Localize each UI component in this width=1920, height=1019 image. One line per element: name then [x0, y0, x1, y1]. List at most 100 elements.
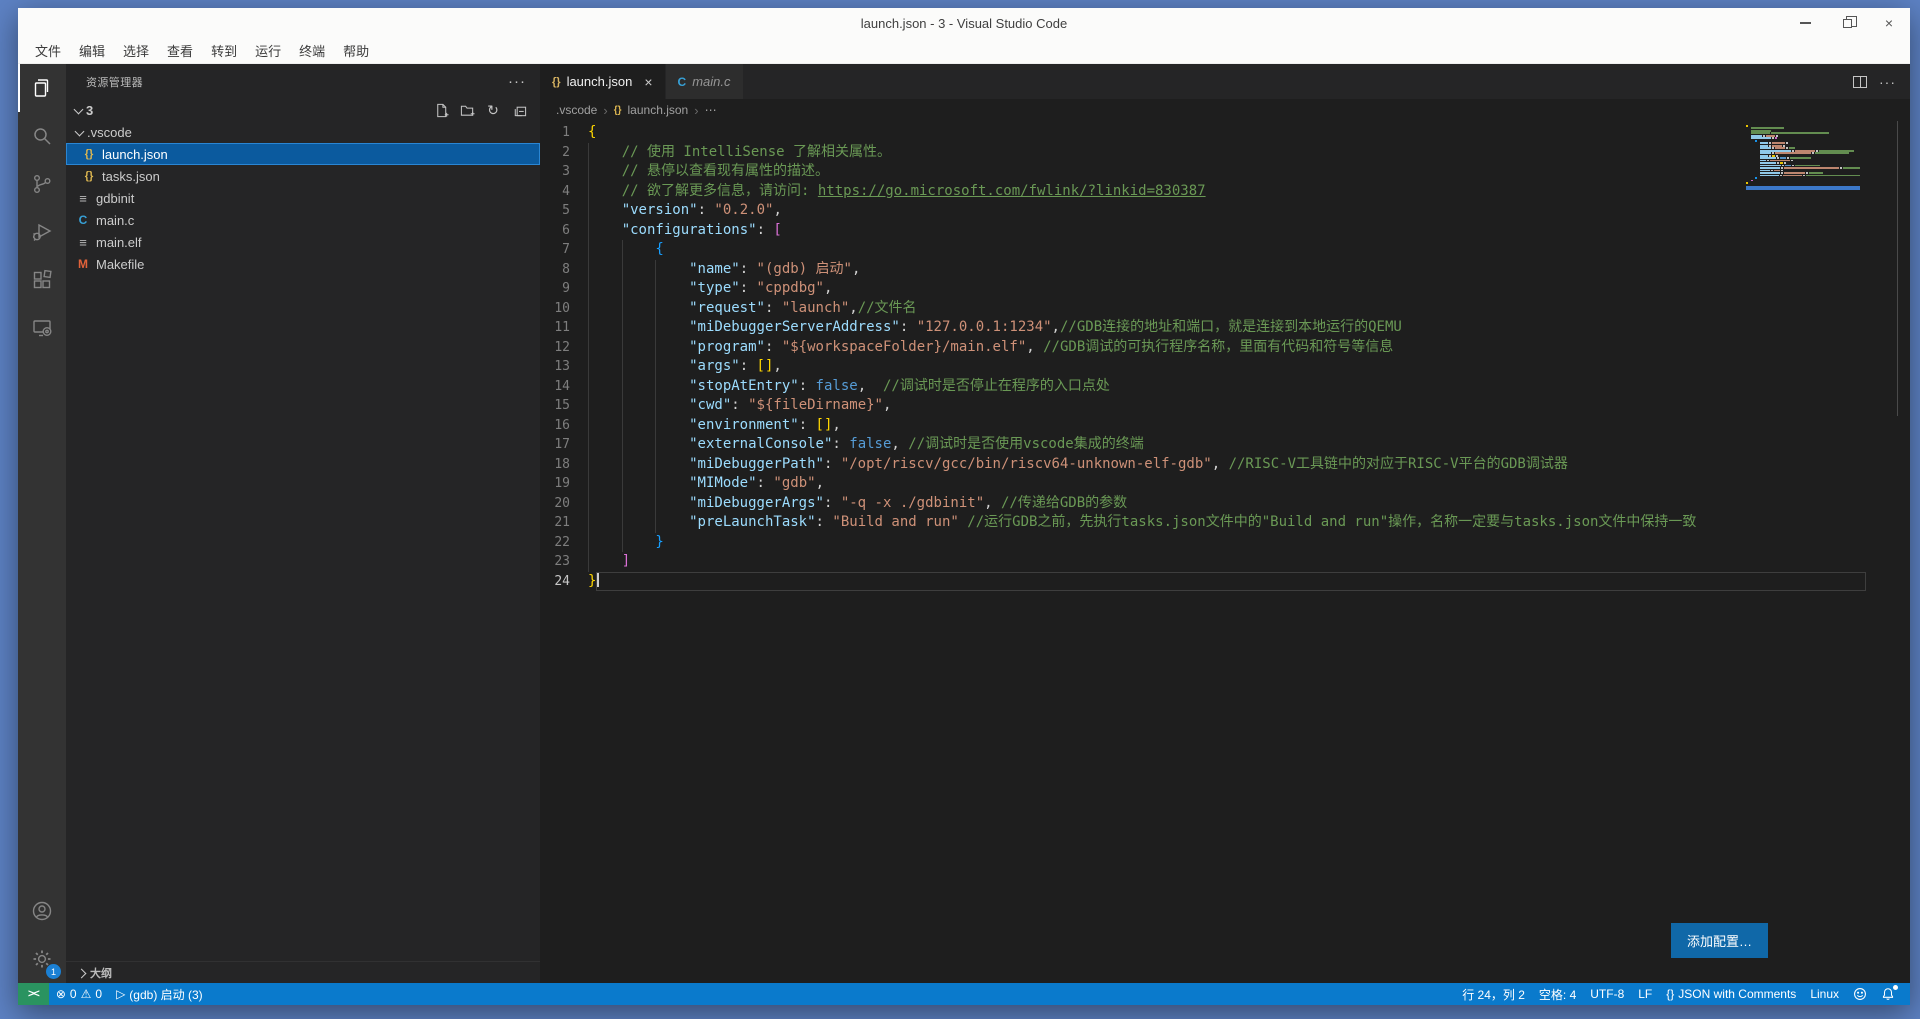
- line-number[interactable]: 1: [540, 123, 588, 143]
- more-actions-icon[interactable]: ···: [1879, 74, 1896, 90]
- extensions-icon[interactable]: [18, 256, 66, 304]
- encoding-setting[interactable]: UTF-8: [1583, 983, 1631, 1005]
- tree-item-makefile[interactable]: MMakefile: [66, 253, 540, 275]
- menu-item-run[interactable]: 运行: [246, 38, 290, 63]
- menu-item-file[interactable]: 文件: [26, 38, 70, 63]
- source-control-icon[interactable]: [18, 160, 66, 208]
- line-number[interactable]: 5: [540, 201, 588, 221]
- split-editor-icon[interactable]: [1853, 76, 1867, 88]
- debug-launch-indicator[interactable]: ▷ (gdb) 启动 (3): [109, 983, 210, 1005]
- new-file-icon[interactable]: [432, 101, 450, 119]
- code-line-11[interactable]: 11"miDebuggerServerAddress": "127.0.0.1:…: [540, 318, 1910, 338]
- code-line-12[interactable]: 12"program": "${workspaceFolder}/main.el…: [540, 338, 1910, 358]
- line-number[interactable]: 11: [540, 318, 588, 338]
- breadcrumb-file[interactable]: launch.json: [628, 103, 689, 117]
- remote-indicator[interactable]: ><: [18, 983, 49, 1005]
- code-line-2[interactable]: 2// 使用 IntelliSense 了解相关属性。: [540, 143, 1910, 163]
- code-line-9[interactable]: 9"type": "cppdbg",: [540, 279, 1910, 299]
- menu-item-help[interactable]: 帮助: [334, 38, 378, 63]
- line-number[interactable]: 7: [540, 240, 588, 260]
- line-number[interactable]: 16: [540, 416, 588, 436]
- code-line-16[interactable]: 16"environment": [],: [540, 416, 1910, 436]
- minimize-button[interactable]: [1784, 8, 1826, 38]
- code-line-5[interactable]: 5"version": "0.2.0",: [540, 201, 1910, 221]
- code-line-10[interactable]: 10"request": "launch",//文件名: [540, 299, 1910, 319]
- tree-item-main-elf[interactable]: ≡main.elf: [66, 231, 540, 253]
- code-line-23[interactable]: 23]: [540, 552, 1910, 572]
- code-editor[interactable]: 1{2// 使用 IntelliSense 了解相关属性。3// 悬停以查看现有…: [540, 121, 1910, 983]
- tab-launch-json[interactable]: {} launch.json ×: [540, 64, 665, 99]
- line-number[interactable]: 14: [540, 377, 588, 397]
- tree-item-vscode-folder[interactable]: .vscode: [66, 121, 540, 143]
- line-number[interactable]: 17: [540, 435, 588, 455]
- code-line-19[interactable]: 19"MIMode": "gdb",: [540, 474, 1910, 494]
- explorer-more-icon[interactable]: ···: [508, 73, 526, 90]
- menu-item-selection[interactable]: 选择: [114, 38, 158, 63]
- line-number[interactable]: 15: [540, 396, 588, 416]
- comment-link[interactable]: https://go.microsoft.com/fwlink/?linkid=…: [818, 183, 1206, 199]
- accounts-icon[interactable]: [18, 887, 66, 935]
- code-line-22[interactable]: 22}: [540, 533, 1910, 553]
- code-line-1[interactable]: 1{: [540, 123, 1910, 143]
- code-line-21[interactable]: 21"preLaunchTask": "Build and run" //运行G…: [540, 513, 1910, 533]
- line-number[interactable]: 4: [540, 182, 588, 202]
- line-number[interactable]: 2: [540, 143, 588, 163]
- feedback-smiley-icon[interactable]: [1846, 983, 1874, 1005]
- code-line-15[interactable]: 15"cwd": "${fileDirname}",: [540, 396, 1910, 416]
- remote-explorer-icon[interactable]: [18, 304, 66, 352]
- code-line-8[interactable]: 8"name": "(gdb) 启动",: [540, 260, 1910, 280]
- code-line-24[interactable]: 24}: [540, 572, 1910, 592]
- line-number[interactable]: 8: [540, 260, 588, 280]
- maximize-button[interactable]: [1826, 8, 1868, 38]
- line-number[interactable]: 21: [540, 513, 588, 533]
- menu-item-view[interactable]: 查看: [158, 38, 202, 63]
- code-line-14[interactable]: 14"stopAtEntry": false, //调试时是否停止在程序的入口点…: [540, 377, 1910, 397]
- settings-gear-icon[interactable]: 1: [18, 935, 66, 983]
- menu-item-terminal[interactable]: 终端: [290, 38, 334, 63]
- new-folder-icon[interactable]: [458, 101, 476, 119]
- refresh-icon[interactable]: ↻: [484, 101, 502, 119]
- line-number[interactable]: 3: [540, 162, 588, 182]
- line-number[interactable]: 10: [540, 299, 588, 319]
- tree-item-tasks-json[interactable]: {}tasks.json: [66, 165, 540, 187]
- problems-indicator[interactable]: ⊗ 0 ⚠ 0: [49, 983, 109, 1005]
- collapse-all-icon[interactable]: [510, 101, 528, 119]
- code-line-7[interactable]: 7{: [540, 240, 1910, 260]
- indentation-setting[interactable]: 空格: 4: [1532, 983, 1583, 1005]
- add-configuration-button[interactable]: 添加配置…: [1671, 923, 1768, 958]
- title-bar[interactable]: launch.json - 3 - Visual Studio Code ×: [18, 8, 1910, 38]
- code-line-20[interactable]: 20"miDebuggerArgs": "-q -x ./gdbinit", /…: [540, 494, 1910, 514]
- tree-item-main-c[interactable]: Cmain.c: [66, 209, 540, 231]
- code-line-6[interactable]: 6"configurations": [: [540, 221, 1910, 241]
- os-indicator[interactable]: Linux: [1803, 983, 1846, 1005]
- tab-main-c[interactable]: C main.c: [666, 64, 743, 99]
- code-line-17[interactable]: 17"externalConsole": false, //调试时是否使用vsc…: [540, 435, 1910, 455]
- notifications-bell-icon[interactable]: [1874, 983, 1902, 1005]
- code-line-18[interactable]: 18"miDebuggerPath": "/opt/riscv/gcc/bin/…: [540, 455, 1910, 475]
- language-mode[interactable]: {} JSON with Comments: [1659, 983, 1803, 1005]
- line-number[interactable]: 23: [540, 552, 588, 572]
- line-number[interactable]: 6: [540, 221, 588, 241]
- line-number[interactable]: 12: [540, 338, 588, 358]
- close-button[interactable]: ×: [1868, 8, 1910, 38]
- outline-section[interactable]: 大纲: [66, 961, 540, 983]
- minimap[interactable]: [1746, 125, 1860, 190]
- cursor-position[interactable]: 行 24，列 2: [1455, 983, 1532, 1005]
- explorer-icon[interactable]: [18, 64, 66, 112]
- run-debug-icon[interactable]: [18, 208, 66, 256]
- line-number[interactable]: 20: [540, 494, 588, 514]
- close-tab-icon[interactable]: ×: [644, 74, 652, 90]
- line-number[interactable]: 13: [540, 357, 588, 377]
- code-line-3[interactable]: 3// 悬停以查看现有属性的描述。: [540, 162, 1910, 182]
- breadcrumb-folder[interactable]: .vscode: [556, 103, 597, 117]
- code-line-4[interactable]: 4// 欲了解更多信息，请访问: https://go.microsoft.co…: [540, 182, 1910, 202]
- breadcrumb-symbols[interactable]: ⋯: [705, 103, 717, 117]
- line-number[interactable]: 18: [540, 455, 588, 475]
- eol-setting[interactable]: LF: [1631, 983, 1659, 1005]
- line-number[interactable]: 9: [540, 279, 588, 299]
- tree-item-gdbinit[interactable]: ≡gdbinit: [66, 187, 540, 209]
- search-icon[interactable]: [18, 112, 66, 160]
- tree-item-launch-json[interactable]: {}launch.json: [66, 143, 540, 165]
- line-number[interactable]: 24: [540, 572, 588, 592]
- menu-item-go[interactable]: 转到: [202, 38, 246, 63]
